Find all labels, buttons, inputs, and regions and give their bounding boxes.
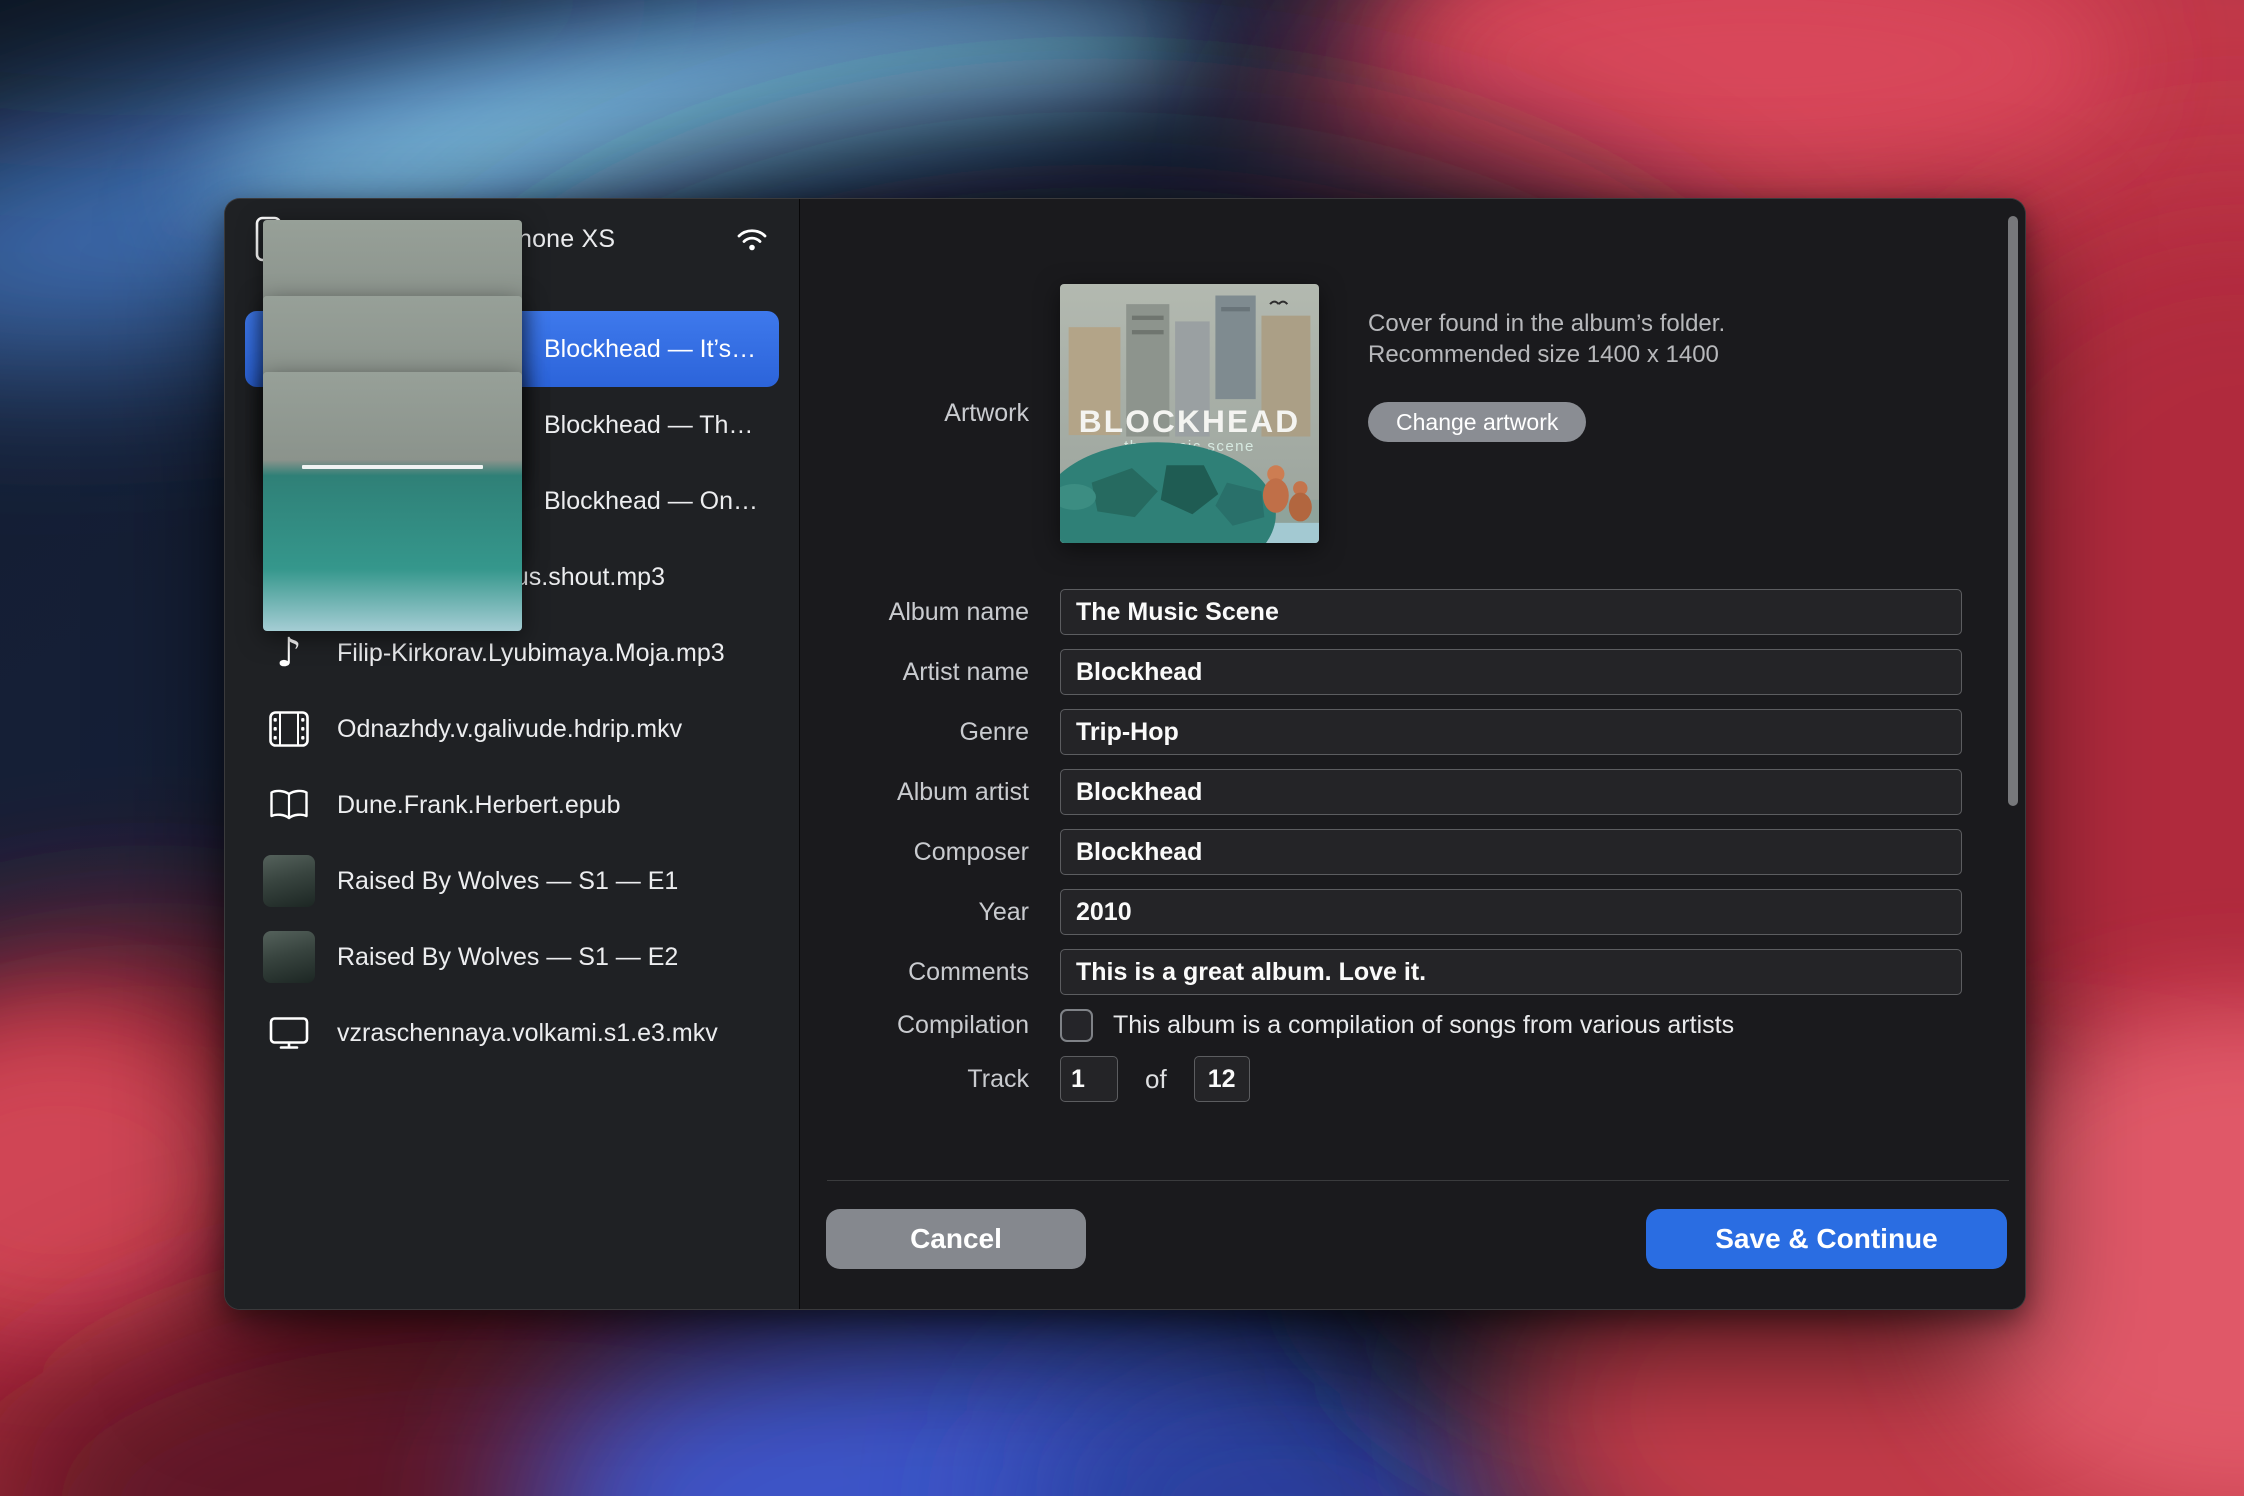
sidebar-item-label: Filip-Kirkorav.Lyubimaya.Moja.mp3 <box>337 639 761 668</box>
sidebar-item-raised-by-wolves-e1[interactable]: Raised By Wolves — S1 — E1 <box>245 843 779 919</box>
change-artwork-button[interactable]: Change artwork <box>1368 402 1586 442</box>
compilation-checkbox-label: This album is a compilation of songs fro… <box>1113 1011 1734 1040</box>
sidebar-item-label: Raised By Wolves — S1 — E2 <box>337 943 761 972</box>
album-art-thumbnail <box>263 372 522 631</box>
track-of-text: of <box>1145 1064 1167 1095</box>
sidebar-item-label: Blockhead — The Music Scene <box>544 411 761 440</box>
sidebar-item-blockhead-only-sequence[interactable]: Blockhead — Only Sequence Cha… <box>245 463 779 539</box>
sidebar-item-label: Odnazhdy.v.galivude.hdrip.mkv <box>337 715 761 744</box>
artwork-note-line1: Cover found in the album’s folder. <box>1368 308 1725 339</box>
genre-input[interactable] <box>1060 709 1962 755</box>
album-name-input[interactable] <box>1060 589 1962 635</box>
film-icon <box>269 711 309 747</box>
transfer-window: Adding to Josh’s iPhone XS Blockhead — I… <box>224 198 2026 1310</box>
sidebar-item-label: Blockhead — Only Sequence Cha… <box>544 487 761 516</box>
track-total-input[interactable] <box>1194 1056 1250 1102</box>
save-continue-button[interactable]: Save & Continue <box>1646 1209 2007 1269</box>
display-icon <box>269 1016 309 1050</box>
year-input[interactable] <box>1060 889 1962 935</box>
sidebar: Adding to Josh’s iPhone XS Blockhead — I… <box>225 199 799 1309</box>
file-list: Blockhead — It’s raining cloud Blockhead… <box>225 279 799 1071</box>
field-label: Year <box>800 898 1029 927</box>
video-thumbnail <box>263 931 315 983</box>
sidebar-item-vzraschennaya-mkv[interactable]: vzraschennaya.volkami.s1.e3.mkv <box>245 995 779 1071</box>
sidebar-item-odnazhdy-mkv[interactable]: Odnazhdy.v.galivude.hdrip.mkv <box>245 691 779 767</box>
video-thumbnail <box>263 855 315 907</box>
album-artist-input[interactable] <box>1060 769 1962 815</box>
field-label: Album name <box>800 598 1029 627</box>
scrollbar-thumb[interactable] <box>2008 216 2018 806</box>
artist-name-input[interactable] <box>1060 649 1962 695</box>
compilation-label: Compilation <box>800 1011 1029 1040</box>
field-label: Genre <box>800 718 1029 747</box>
composer-input[interactable] <box>1060 829 1962 875</box>
track-label: Track <box>800 1065 1029 1094</box>
album-artwork-image: BLOCKHEAD the music scene <box>1060 284 1319 543</box>
sidebar-item-label: vzraschennaya.volkami.s1.e3.mkv <box>337 1019 761 1048</box>
artwork-note-line2: Recommended size 1400 x 1400 <box>1368 339 1725 370</box>
wifi-icon <box>735 226 769 252</box>
metadata-form: Artwork <box>799 199 2025 1309</box>
field-label: Artist name <box>800 658 1029 687</box>
field-label: Comments <box>800 958 1029 987</box>
sidebar-item-label: Dune.Frank.Herbert.epub <box>337 791 761 820</box>
footer-divider <box>827 1180 2009 1181</box>
music-note-icon <box>276 633 302 673</box>
book-icon <box>269 788 309 822</box>
comments-input[interactable] <box>1060 949 1962 995</box>
artwork-label: Artwork <box>800 399 1029 428</box>
svg-text:BLOCKHEAD: BLOCKHEAD <box>1079 403 1301 439</box>
sidebar-item-dune-epub[interactable]: Dune.Frank.Herbert.epub <box>245 767 779 843</box>
compilation-checkbox[interactable] <box>1060 1009 1093 1042</box>
field-label: Composer <box>800 838 1029 867</box>
field-label: Album artist <box>800 778 1029 807</box>
sidebar-item-label: Blockhead — It’s raining cloud <box>544 335 761 364</box>
track-number-input[interactable] <box>1060 1056 1118 1102</box>
sidebar-item-label: Raised By Wolves — S1 — E1 <box>337 867 761 896</box>
sidebar-item-raised-by-wolves-e2[interactable]: Raised By Wolves — S1 — E2 <box>245 919 779 995</box>
cancel-button[interactable]: Cancel <box>826 1209 1086 1269</box>
footer: Cancel Save & Continue <box>800 1209 2025 1269</box>
